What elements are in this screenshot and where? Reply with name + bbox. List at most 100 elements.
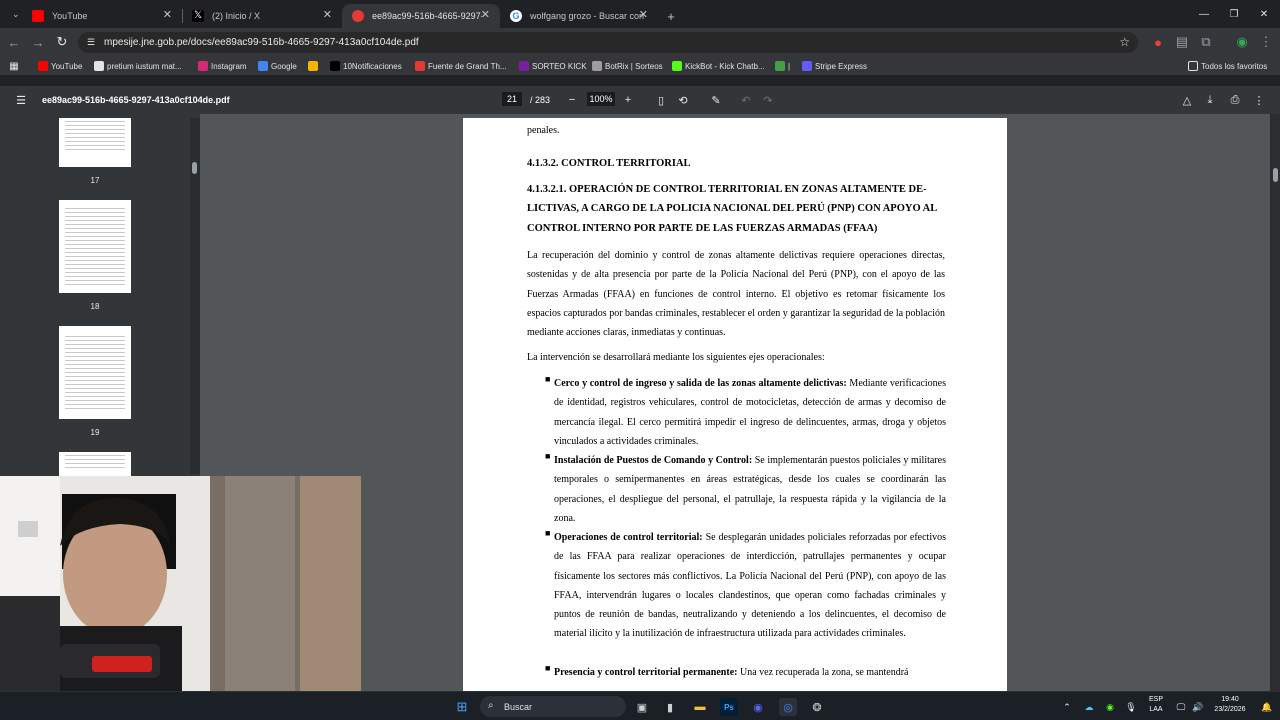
chrome-icon[interactable]: ◎	[779, 698, 797, 716]
search-placeholder: Buscar	[504, 701, 533, 712]
close-tab-icon[interactable]: ✕	[163, 8, 172, 21]
bookmark-item[interactable]: YouTube	[38, 60, 82, 73]
task-view-icon[interactable]: ▣	[633, 698, 651, 716]
bullet-title: Cerco y control de ingreso y salida de l…	[554, 378, 847, 389]
x-favicon-icon: 𝕏	[192, 10, 204, 22]
close-tab-icon[interactable]: ✕	[323, 8, 332, 21]
scrollbar-thumb[interactable]	[192, 162, 197, 174]
discord-icon[interactable]: ◉	[749, 698, 767, 716]
bookmark-star-icon[interactable]: ☆	[1119, 35, 1130, 49]
bookmark-item[interactable]: KickBot - Kick Chatb...	[672, 60, 765, 73]
close-tab-icon[interactable]: ✕	[639, 8, 648, 21]
webcam-overlay	[0, 476, 361, 691]
extension-icon[interactable]: ●	[1148, 32, 1168, 52]
pdf-scrollbar[interactable]	[1270, 114, 1280, 691]
file-explorer-icon[interactable]: ▬	[691, 698, 709, 716]
subsection-heading-line: CONTROL INTERNO POR PARTE DE LAS FUERZAS…	[527, 223, 878, 234]
back-button[interactable]: ←	[4, 32, 24, 52]
thumbnail-scrollbar[interactable]	[190, 118, 200, 474]
bullet-item: Presencia y control territorial permanen…	[554, 663, 946, 682]
tab-x[interactable]: 𝕏 (2) Inicio / X ✕	[182, 4, 342, 28]
zoom-in-button[interactable]: +	[619, 91, 637, 109]
windows-start-icon[interactable]: ⊞	[453, 698, 471, 716]
address-bar[interactable]: ☰ mpesije.jne.gob.pe/docs/ee89ac99-516b-…	[78, 32, 1138, 53]
tray-app-icon[interactable]: ◉	[1101, 698, 1119, 716]
extension-icon[interactable]: ▤	[1172, 32, 1192, 52]
bookmark-item[interactable]: Instagram	[198, 60, 247, 73]
new-tab-button[interactable]: +	[660, 4, 682, 28]
close-tab-icon[interactable]: ✕	[481, 8, 490, 21]
thumbnail-page-18[interactable]	[59, 200, 131, 293]
bookmark-item[interactable]: SORTEO KICK	[519, 60, 587, 73]
app-icon[interactable]: ❂	[808, 698, 826, 716]
paragraph: La recuperación del dominio y control de…	[527, 250, 945, 339]
page-total: / 283	[530, 95, 551, 105]
tab-google-search[interactable]: G wolfgang grozo - Buscar con G ✕	[500, 4, 658, 28]
forward-button[interactable]: →	[28, 32, 48, 52]
tab-youtube[interactable]: YouTube ✕	[22, 4, 183, 28]
notifications-icon[interactable]: 🔔	[1258, 698, 1276, 716]
restore-button[interactable]: ❐	[1218, 0, 1250, 28]
paragraph: penales.	[527, 125, 560, 136]
bullet-icon: ■	[545, 663, 551, 673]
bookmark-favicon-icon	[775, 61, 785, 71]
bookmark-item[interactable]: 10Notificaciones	[330, 60, 402, 73]
thumbnail-page-17[interactable]	[59, 118, 131, 167]
drive-save-icon[interactable]: △	[1178, 91, 1196, 109]
bookmark-item[interactable]	[308, 60, 321, 73]
taskbar-search[interactable]: ⌕ Buscar	[480, 696, 626, 717]
bookmark-favicon-icon	[802, 61, 812, 71]
reload-button[interactable]: ↻	[52, 32, 72, 52]
zoom-out-button[interactable]: −	[563, 91, 581, 109]
thumbnail-label: 19	[90, 428, 100, 437]
photoshop-icon[interactable]: Ps	[720, 698, 738, 716]
thumbnail-label: 18	[90, 302, 100, 311]
all-bookmarks[interactable]: Todos los favoritos	[1188, 60, 1267, 73]
extensions-puzzle-icon[interactable]: ⧉	[1196, 32, 1216, 52]
bookmark-favicon-icon	[94, 61, 104, 71]
rotate-icon[interactable]: ⟲	[674, 91, 692, 109]
thumbnail-page-19[interactable]	[59, 326, 131, 419]
microphone-icon[interactable]: 🎙	[1122, 698, 1140, 716]
pdf-page: penales. 4.1.3.2. CONTROL TERRITORIAL 4.…	[463, 118, 1007, 691]
bookmark-label: SORTEO KICK	[532, 62, 587, 71]
bullet-title: Operaciones de control territorial:	[554, 532, 703, 543]
menu-kebab-icon[interactable]: ⋮	[1256, 32, 1276, 52]
annotate-icon[interactable]: ✎	[707, 91, 725, 109]
sidebar-menu-icon[interactable]: ☰	[12, 91, 30, 109]
fit-page-icon[interactable]: ▯	[652, 91, 670, 109]
pdf-toolbar: ☰ ee89ac99-516b-4665-9297-413a0cf104de.p…	[0, 86, 1280, 114]
input-language[interactable]: ESP LAA	[1143, 695, 1169, 715]
zoom-level-input[interactable]: 100%	[587, 92, 615, 106]
network-icon[interactable]: 🖵	[1172, 698, 1190, 716]
tab-pdf[interactable]: ee89ac99-516b-4665-9297-41 ✕	[342, 4, 500, 28]
minimize-button[interactable]: —	[1188, 0, 1220, 28]
more-actions-icon[interactable]: ⋮	[1250, 91, 1268, 109]
apps-grid-icon[interactable]: ▦	[4, 56, 24, 76]
redo-icon[interactable]: ↷	[759, 91, 777, 109]
bookmark-item[interactable]: Stripe Express	[802, 60, 867, 73]
page-number-input[interactable]: 21	[502, 92, 522, 106]
bullet-item: Cerco y control de ingreso y salida de l…	[554, 374, 946, 451]
tray-chevron-icon[interactable]: ⌃	[1058, 698, 1076, 716]
app-icon[interactable]: ▮	[661, 698, 679, 716]
profile-avatar[interactable]: ◉	[1232, 32, 1252, 52]
site-info-icon[interactable]: ☰	[87, 37, 97, 47]
download-icon[interactable]: ⤓	[1201, 91, 1219, 109]
scrollbar-thumb[interactable]	[1273, 168, 1278, 182]
bookmark-item[interactable]: BotRix | Sorteos	[592, 60, 663, 73]
print-icon[interactable]: ⎙	[1226, 91, 1244, 109]
bookmark-label: Stripe Express	[815, 62, 868, 71]
webcam-image	[0, 476, 361, 691]
close-window-button[interactable]: ✕	[1248, 0, 1280, 28]
bookmark-item[interactable]: |	[775, 60, 790, 73]
bookmark-item[interactable]: pretium iustum mat...	[94, 60, 182, 73]
volume-icon[interactable]: 🔊	[1189, 698, 1207, 716]
subsection-heading-line: 4.1.3.2.1. OPERACIÓN DE CONTROL TERRITOR…	[527, 184, 927, 195]
tab-title: wolfgang grozo - Buscar con G	[530, 11, 646, 21]
bookmark-item[interactable]: Google	[258, 60, 297, 73]
undo-icon[interactable]: ↶	[737, 91, 755, 109]
bookmark-item[interactable]: Fuente de Grand Th...	[415, 60, 507, 73]
tray-app-icon[interactable]: ☁	[1080, 698, 1098, 716]
clock[interactable]: 19:40 23/2/2026	[1208, 695, 1252, 715]
